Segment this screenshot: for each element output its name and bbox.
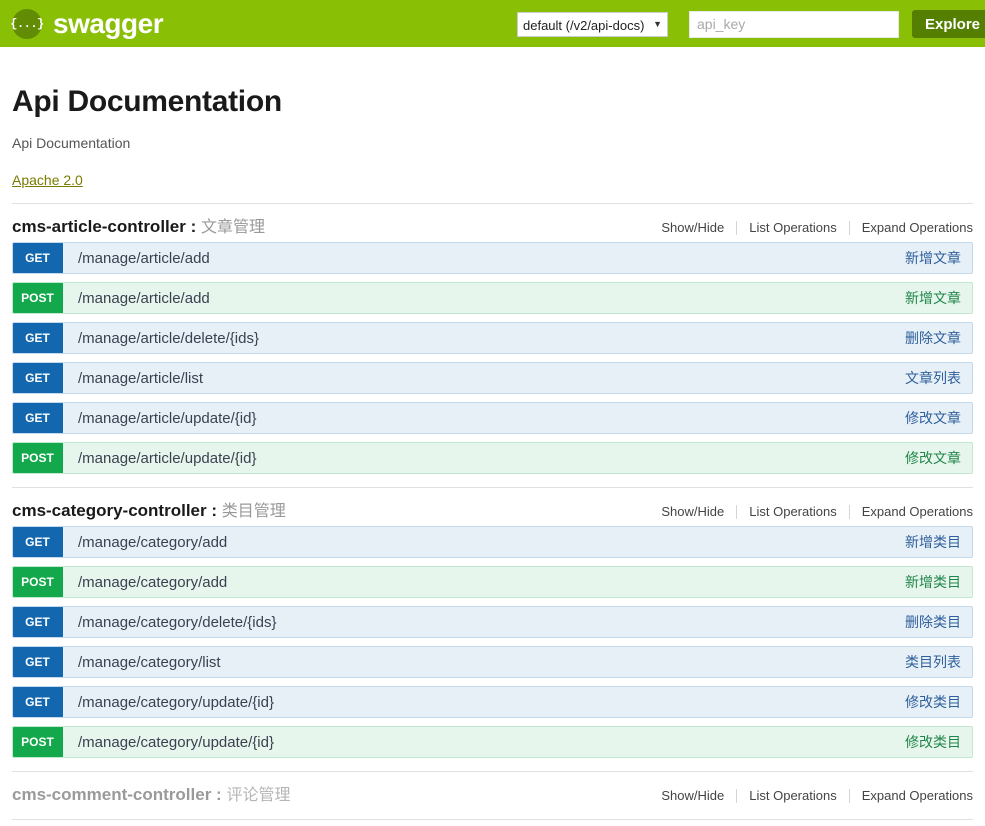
resource-header: cms-article-controller : 文章管理 Show/Hide Li…	[12, 203, 973, 238]
expand-operations-link[interactable]: Expand Operations	[850, 504, 973, 519]
resource-description: 评论管理	[226, 787, 291, 804]
operation-path: /manage/article/add	[78, 249, 210, 267]
resource-name: cms-article-controller	[12, 217, 186, 236]
operation-method-badge: GET	[13, 403, 63, 433]
list-operations-link[interactable]: List Operations	[737, 788, 848, 803]
operation-method-badge: GET	[13, 323, 63, 353]
operation-summary: 新增文章	[905, 290, 961, 306]
operation-row[interactable]: GET/manage/article/list 文章列表	[12, 362, 973, 394]
operation-summary: 类目列表	[905, 654, 961, 670]
operation-path: /manage/article/list	[78, 369, 204, 387]
operation-path: /manage/category/add	[78, 533, 228, 551]
list-operations-link[interactable]: List Operations	[737, 504, 848, 519]
resource-description: 文章管理	[200, 219, 265, 236]
resource-section: cms-category-controller : 类目管理 Show/Hide L…	[12, 487, 973, 758]
operation-row[interactable]: POST/manage/article/add 新增文章	[12, 282, 973, 314]
operation-summary: 修改类目	[905, 694, 961, 710]
show-hide-link[interactable]: Show/Hide	[649, 504, 736, 519]
operation-summary: 修改文章	[905, 410, 961, 426]
resource-title-separator: :	[206, 501, 222, 520]
top-bar: {...} swagger default (/v2/api-docs) ▼ E…	[0, 0, 985, 47]
swagger-logo-link[interactable]: {...} swagger	[10, 7, 164, 39]
operation-summary: 新增类目	[905, 534, 961, 550]
operation-summary: 修改文章	[905, 450, 961, 466]
expand-operations-link[interactable]: Expand Operations	[850, 220, 973, 235]
operation-method-badge: POST	[13, 283, 63, 313]
swagger-braces-icon: {...}	[10, 8, 44, 39]
operation-path: /manage/article/delete/{ids}	[78, 329, 259, 347]
operation-row[interactable]: GET/manage/category/delete/{ids} 删除类目	[12, 606, 973, 638]
operation-summary: 文章列表	[905, 370, 961, 386]
page-subtitle: Api Documentation	[12, 135, 131, 151]
resource-title[interactable]: cms-comment-controller : 评论管理	[12, 781, 290, 805]
spec-url-select[interactable]: default (/v2/api-docs)	[517, 11, 668, 37]
resource-section: cms-tag-controller : 标签管理Show/HideList O…	[12, 819, 973, 826]
operation-path: /manage/article/add	[78, 289, 210, 307]
operation-summary: 新增类目	[905, 574, 961, 590]
page-title: Api Documentation	[12, 85, 282, 118]
operation-path: /manage/category/update/{id}	[78, 733, 274, 751]
operation-path: /manage/category/list	[78, 653, 221, 671]
operation-summary: 新增文章	[905, 250, 961, 266]
list-operations-link[interactable]: List Operations	[737, 220, 848, 235]
resource-header: cms-comment-controller : 评论管理 Show/Hide Li…	[12, 771, 973, 806]
resource-header: cms-tag-controller : 标签管理Show/HideList O…	[12, 819, 973, 826]
operation-summary: 删除类目	[905, 614, 961, 630]
operation-row[interactable]: GET/manage/article/update/{id} 修改文章	[12, 402, 973, 434]
resource-options: Show/Hide List Operations Expand Operation…	[649, 788, 973, 803]
resource-title[interactable]: cms-category-controller : 类目管理	[12, 497, 286, 521]
operation-row[interactable]: GET/manage/article/add 新增文章	[12, 242, 973, 274]
show-hide-link[interactable]: Show/Hide	[649, 788, 736, 803]
operation-list: GET/manage/article/add 新增文章 POST/manage/ar…	[12, 242, 973, 474]
resource-list: cms-article-controller : 文章管理 Show/Hide Li…	[12, 203, 973, 826]
operation-method-badge: POST	[13, 443, 63, 473]
license-link[interactable]: Apache 2.0	[12, 172, 83, 188]
operation-path: /manage/category/update/{id}	[78, 693, 274, 711]
operation-summary: 删除文章	[905, 330, 961, 346]
page-content: Api Documentation Api Documentation Apac…	[0, 85, 985, 826]
resource-header: cms-category-controller : 类目管理 Show/Hide L…	[12, 487, 973, 522]
resource-options: Show/Hide List Operations Expand Operation…	[649, 504, 973, 519]
operation-method-badge: POST	[13, 567, 63, 597]
resource-section: cms-comment-controller : 评论管理 Show/Hide Li…	[12, 771, 973, 806]
operation-method-badge: GET	[13, 243, 63, 273]
operation-row[interactable]: POST/manage/article/update/{id} 修改文章	[12, 442, 973, 474]
resource-description: 类目管理	[221, 503, 286, 520]
operation-row[interactable]: GET/manage/category/update/{id} 修改类目	[12, 686, 973, 718]
operation-path: /manage/category/delete/{ids}	[78, 613, 277, 631]
operation-method-badge: GET	[13, 607, 63, 637]
resource-options: Show/Hide List Operations Expand Operation…	[649, 220, 973, 235]
operation-list: GET/manage/category/add 新增类目 POST/manage/c…	[12, 526, 973, 758]
operation-method-badge: POST	[13, 727, 63, 757]
operation-method-badge: GET	[13, 647, 63, 677]
operation-row[interactable]: GET/manage/category/add 新增类目	[12, 526, 973, 558]
resource-name: cms-comment-controller	[12, 785, 212, 804]
resource-title-separator: :	[211, 785, 227, 804]
operation-method-badge: GET	[13, 363, 63, 393]
operation-path: /manage/article/update/{id}	[78, 409, 257, 427]
show-hide-link[interactable]: Show/Hide	[649, 220, 736, 235]
resource-section: cms-article-controller : 文章管理 Show/Hide Li…	[12, 203, 973, 474]
resource-name: cms-category-controller	[12, 501, 207, 520]
operation-path: /manage/article/update/{id}	[78, 449, 257, 467]
expand-operations-link[interactable]: Expand Operations	[850, 788, 973, 803]
spec-select-wrapper: default (/v2/api-docs) ▼	[517, 11, 668, 37]
resource-title[interactable]: cms-article-controller : 文章管理	[12, 213, 265, 237]
operation-row[interactable]: POST/manage/category/add 新增类目	[12, 566, 973, 598]
operation-path: /manage/category/add	[78, 573, 228, 591]
operation-method-badge: GET	[13, 527, 63, 557]
explore-button[interactable]: Explore	[912, 10, 985, 38]
api-explorer-controls: default (/v2/api-docs) ▼ Explore	[517, 10, 985, 38]
operation-summary: 修改类目	[905, 734, 961, 750]
operation-row[interactable]: POST/manage/category/update/{id} 修改类目	[12, 726, 973, 758]
swagger-wordmark: swagger	[53, 7, 164, 39]
resource-title-separator: :	[185, 217, 201, 236]
operation-row[interactable]: GET/manage/category/list 类目列表	[12, 646, 973, 678]
operation-method-badge: GET	[13, 687, 63, 717]
api-key-input[interactable]	[689, 10, 899, 38]
operation-row[interactable]: GET/manage/article/delete/{ids} 删除文章	[12, 322, 973, 354]
